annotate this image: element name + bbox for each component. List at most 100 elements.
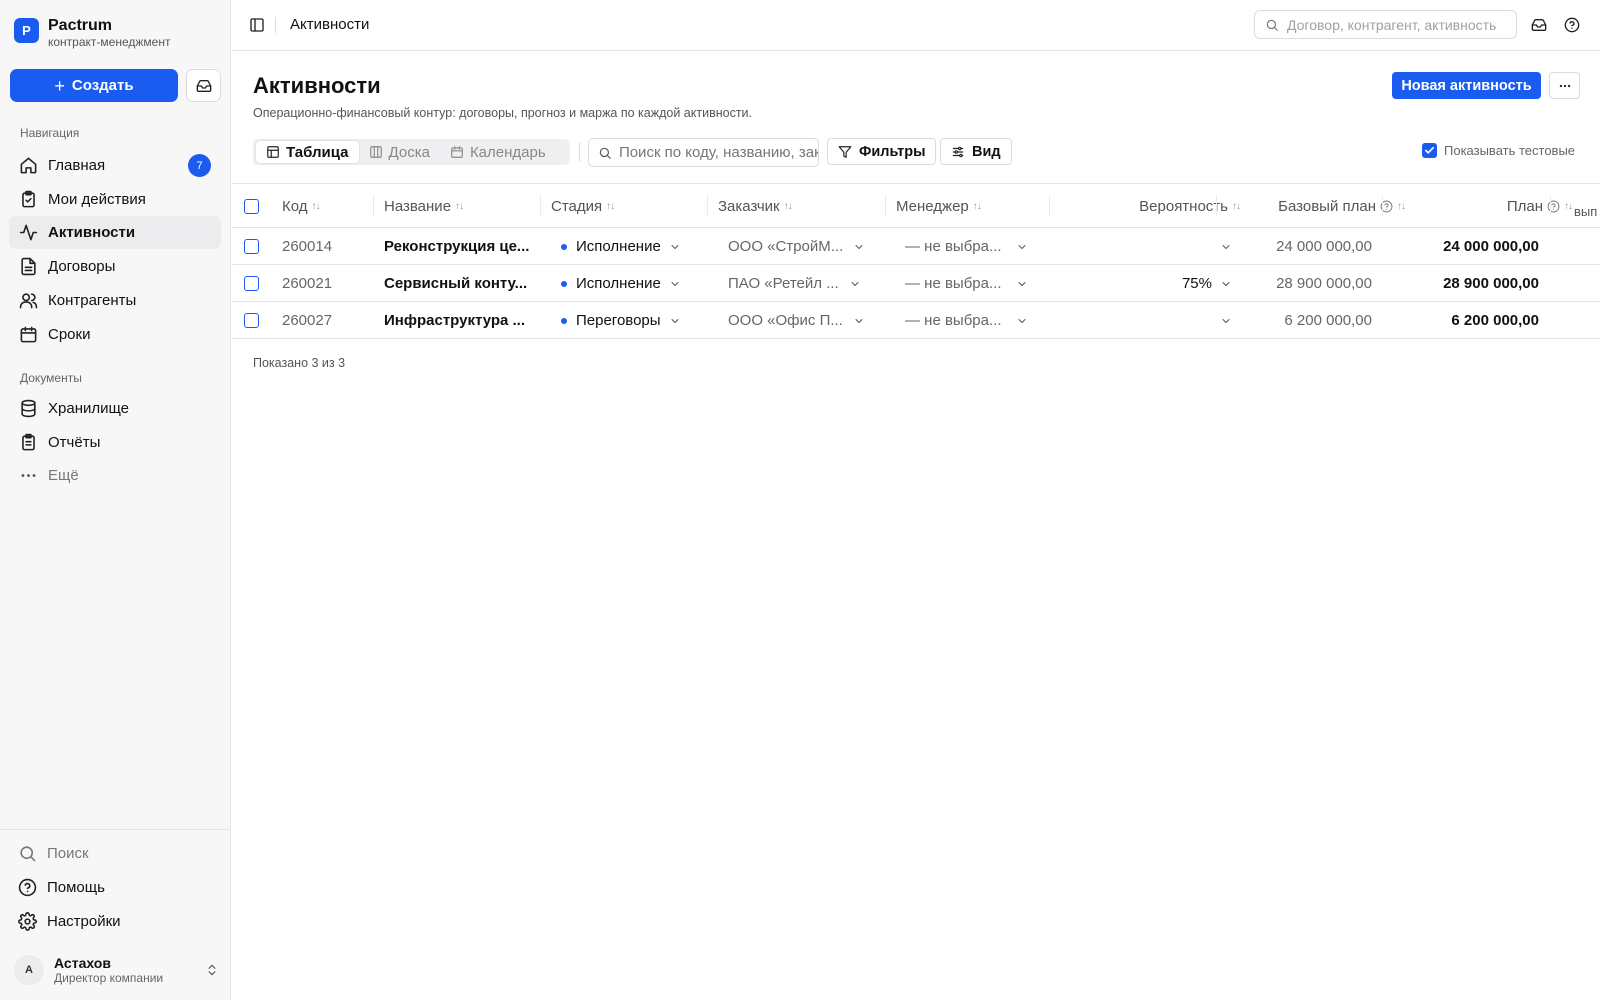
sidebar-item-activities[interactable]: Активности — [9, 216, 221, 249]
view-settings-button[interactable]: Вид — [940, 138, 1012, 165]
row-checkbox[interactable] — [244, 276, 259, 291]
nav-section-label: Навигация — [20, 126, 80, 140]
calendar-icon — [451, 146, 463, 158]
brand-subtitle: контракт-менеджмент — [48, 35, 171, 49]
file-text-icon — [21, 257, 36, 276]
manager-select[interactable]: — не выбра... — [905, 228, 1028, 265]
tab-board[interactable]: Доска — [359, 141, 440, 163]
avatar: А — [14, 955, 44, 985]
table-row[interactable]: 260021 Сервисный конту... Исполнение ПАО… — [232, 265, 1600, 302]
probability-select[interactable]: 75% — [1062, 265, 1232, 302]
show-test-toggle[interactable]: Показывать тестовые — [1422, 143, 1575, 158]
column-header-label: Менеджер — [896, 198, 969, 215]
customer-select[interactable]: ПАО «Ретейл ... — [728, 265, 861, 302]
sidebar-item-label: Отчёты — [48, 434, 101, 451]
sidebar-item-label: Сроки — [48, 326, 91, 343]
customer-select[interactable]: ООО «Офис П... — [728, 302, 865, 339]
topbar-separator — [275, 17, 276, 33]
list-search[interactable] — [588, 138, 819, 167]
customer-select[interactable]: ООО «СтройМ... — [728, 228, 865, 265]
manager-select[interactable]: — не выбра... — [905, 265, 1028, 302]
cell-name[interactable]: Сервисный конту... — [384, 265, 527, 302]
column-header-name[interactable]: Название ↑↓ — [384, 184, 464, 229]
manager-value: — не выбра... — [905, 275, 1002, 292]
global-search-input[interactable] — [1287, 16, 1507, 33]
toolbar-separator — [579, 142, 580, 162]
sidebar-item-settings[interactable]: Настройки — [9, 905, 221, 938]
row-checkbox[interactable] — [244, 239, 259, 254]
user-menu[interactable]: А Астахов Директор компании — [14, 953, 219, 987]
sidebar-item-reports[interactable]: Отчёты — [9, 426, 221, 459]
table-row[interactable]: 260014 Реконструкция це... Исполнение ОО… — [232, 228, 1600, 265]
cell-name[interactable]: Реконструкция це... — [384, 228, 529, 265]
column-separator — [1049, 195, 1050, 217]
sort-icon: ↑↓ — [455, 201, 464, 212]
row-checkbox[interactable] — [244, 313, 259, 328]
column-header-probability[interactable]: Вероятность ↑↓ — [1062, 184, 1241, 229]
select-all-checkbox[interactable] — [244, 199, 259, 214]
help-circle-icon[interactable] — [1547, 200, 1560, 213]
cell-name[interactable]: Инфраструктура ... — [384, 302, 525, 339]
list-search-input[interactable] — [618, 144, 818, 161]
panel-toggle-button[interactable] — [247, 15, 267, 35]
docs-section-label: Документы — [20, 371, 82, 385]
filters-button[interactable]: Фильтры — [827, 138, 937, 165]
create-button[interactable]: + Создать — [10, 69, 178, 102]
manager-value: — не выбра... — [905, 238, 1002, 255]
sidebar-item-home[interactable]: Главная 7 — [9, 149, 221, 182]
probability-select[interactable] — [1062, 228, 1232, 265]
probability-select[interactable] — [1062, 302, 1232, 339]
column-header-customer[interactable]: Заказчик ↑↓ — [718, 184, 793, 229]
sidebar-item-label: Контрагенты — [48, 292, 137, 309]
table-icon — [267, 146, 279, 158]
column-separator — [373, 195, 374, 217]
new-activity-button[interactable]: Новая активность — [1392, 72, 1541, 99]
sidebar-toggle-icon — [250, 18, 264, 32]
sidebar-item-help[interactable]: Помощь — [9, 871, 221, 904]
cell-base-plan: 24 000 000,00 — [1276, 238, 1372, 255]
page-subtitle: Операционно-финансовый контур: договоры,… — [253, 106, 752, 120]
sidebar-item-my-actions[interactable]: Мои действия — [9, 183, 221, 216]
sidebar-item-counterparties[interactable]: Контрагенты — [9, 284, 221, 317]
column-separator — [1382, 195, 1383, 217]
inbox-button[interactable] — [1529, 15, 1549, 35]
select-all-cell — [244, 184, 259, 229]
global-search[interactable] — [1254, 10, 1517, 39]
sidebar-item-search[interactable]: Поиск — [9, 837, 221, 870]
tab-table[interactable]: Таблица — [256, 141, 359, 163]
stage-select[interactable]: Исполнение — [561, 265, 681, 302]
notification-badge: 7 — [188, 154, 211, 177]
brand[interactable]: P Pactrum контракт-менеджмент — [14, 17, 170, 49]
sidebar-inbox-button[interactable] — [186, 69, 221, 102]
cell-code: 260014 — [282, 238, 333, 255]
show-test-checkbox[interactable] — [1422, 143, 1437, 158]
stage-value: Исполнение — [576, 275, 661, 292]
table-header: Код ↑↓ Название ↑↓ Стадия ↑↓ Заказчик ↑↓… — [232, 183, 1600, 228]
more-actions-button[interactable] — [1549, 72, 1580, 99]
column-header-base-plan[interactable]: Базовый план ↑↓ — [1227, 184, 1406, 229]
stage-select[interactable]: Переговоры — [561, 302, 681, 339]
column-separator — [540, 195, 541, 217]
tab-calendar[interactable]: Календарь — [440, 141, 556, 163]
sidebar-item-label: Настройки — [47, 913, 121, 930]
table-row[interactable]: 260027 Инфраструктура ... Переговоры ООО… — [232, 302, 1600, 339]
stage-select[interactable]: Исполнение — [561, 228, 681, 265]
column-header-manager[interactable]: Менеджер ↑↓ — [896, 184, 982, 229]
sort-icon: ↑↓ — [972, 201, 982, 212]
sidebar-item-deadlines[interactable]: Сроки — [9, 318, 221, 351]
search-icon — [599, 147, 611, 159]
brand-logo: P — [14, 18, 39, 43]
customer-value: ПАО «Ретейл ... — [728, 275, 839, 292]
sidebar-item-more[interactable]: Ещё — [9, 459, 221, 492]
column-header-plan[interactable]: План ↑↓ — [1392, 184, 1573, 229]
stage-dot — [561, 243, 567, 250]
sidebar-item-storage[interactable]: Хранилище — [9, 392, 221, 425]
help-button[interactable] — [1562, 15, 1582, 35]
column-header-stage[interactable]: Стадия ↑↓ — [551, 184, 615, 229]
sidebar-item-contracts[interactable]: Договоры — [9, 250, 221, 283]
row-select-cell — [244, 265, 259, 302]
manager-select[interactable]: — не выбра... — [905, 302, 1028, 339]
create-button-label: Создать — [71, 77, 134, 94]
column-header-code[interactable]: Код ↑↓ — [282, 184, 321, 229]
user-name: Астахов — [54, 954, 111, 971]
